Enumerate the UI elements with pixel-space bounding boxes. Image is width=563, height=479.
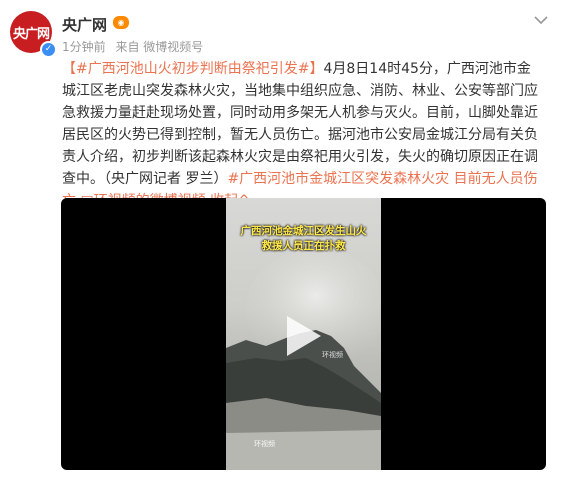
post-time[interactable]: 1分钟前 (62, 40, 106, 54)
video-caption-line2: 救援人员正在扑救 (261, 240, 346, 252)
weibo-post-card: 央广网 ✓ 央广网 ◉ 1分钟前 来自 微博视频号 【#广西河池山火初步判断由祭… (0, 0, 563, 479)
video-caption: 广西河池金城江区发生山火 救援人员正在扑救 (226, 224, 381, 254)
post-meta: 1分钟前 来自 微博视频号 (62, 38, 209, 55)
verified-badge-icon: ✓ (40, 41, 57, 58)
post-text: 【#广西河池山火初步判断由祭祀引发#】4月8日14时45分，广西河池市金城江区老… (62, 58, 542, 212)
avatar-logo-text: 央广网 (12, 26, 50, 42)
author-name[interactable]: 央广网 (62, 14, 107, 35)
video-caption-line1: 广西河池金城江区发生山火 (240, 225, 367, 237)
post-source[interactable]: 来自 微博视频号 (115, 40, 203, 54)
video-player[interactable]: 广西河池金城江区发生山火 救援人员正在扑救 环视频 环视频 (61, 198, 546, 470)
post-body: 4月8日14时45分，广西河池市金城江区老虎山突发森林火灾，当地集中组织应急、消… (62, 61, 538, 187)
watermark-bottom: 环视频 (254, 440, 275, 448)
vip-badge-icon: ◉ (113, 16, 129, 29)
watermark: 环视频 (322, 351, 343, 359)
chevron-down-icon[interactable] (531, 10, 551, 30)
topic-link[interactable]: 【#广西河池山火初步判断由祭祀引发#】 (62, 61, 323, 77)
play-icon[interactable] (287, 316, 321, 356)
